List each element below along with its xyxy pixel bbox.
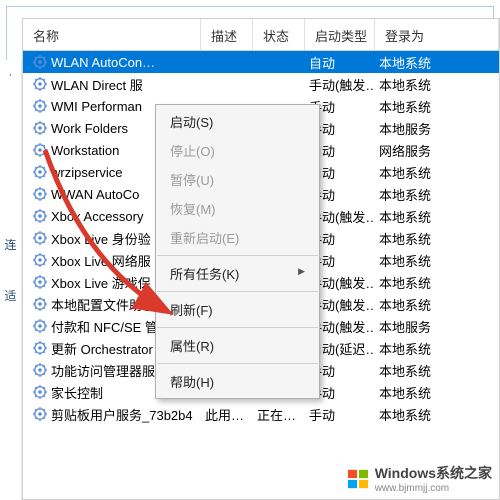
service-name-label: WLAN Direct 服 — [51, 75, 143, 94]
cell-login: 本地系统 — [375, 207, 499, 226]
menu-properties[interactable]: 属性(R) — [156, 331, 319, 360]
cell-login: 本地服务 — [375, 119, 499, 138]
gear-icon — [33, 165, 47, 179]
cell-login: 本地系统 — [375, 339, 499, 358]
left-sidebar-strip: · 连 适 — [0, 60, 22, 500]
cell-login: 本地系统 — [375, 405, 499, 424]
service-name-label: Xbox Live 身份验 — [51, 229, 151, 248]
gear-icon — [33, 231, 47, 245]
gear-icon — [33, 187, 47, 201]
context-menu: 启动(S) 停止(O) 暂停(U) 恢复(M) 重新启动(E) 所有任务(K) … — [155, 104, 320, 399]
cell-login: 本地系统 — [375, 251, 499, 270]
gear-icon — [33, 275, 47, 289]
cell-login: 网络服务 — [375, 141, 499, 160]
cell-login: 本地系统 — [375, 229, 499, 248]
cell-login: 本地系统 — [375, 361, 499, 380]
cell-start: 手动(触发… — [305, 75, 375, 94]
table-header: 名称 描述 状态 启动类型 登录为 — [23, 19, 499, 51]
gear-icon — [33, 341, 47, 355]
gear-icon — [33, 77, 47, 91]
service-name-label: WMI Performan — [51, 99, 142, 114]
cell-login: 本地系统 — [375, 97, 499, 116]
gear-icon — [33, 363, 47, 377]
watermark: Windows系统之家 www.bjmmjj.com — [347, 463, 492, 494]
service-name-label: Xbox Live 游戏保 — [51, 273, 151, 292]
gear-icon — [33, 407, 47, 421]
cell-name: WLAN AutoCon… — [29, 55, 201, 70]
cell-start: 自动 — [305, 53, 375, 72]
menu-alltasks[interactable]: 所有任务(K) — [156, 259, 319, 288]
cell-desc: 此用… — [201, 405, 253, 424]
menu-stop: 停止(O) — [156, 136, 319, 165]
side-txt-a: · — [0, 64, 21, 85]
cell-login: 本地系统 — [375, 185, 499, 204]
gear-icon — [33, 297, 47, 311]
gear-icon — [33, 385, 47, 399]
cell-login: 本地系统 — [375, 383, 499, 402]
gear-icon — [33, 143, 47, 157]
service-name-label: WLAN AutoCon… — [51, 55, 155, 70]
gear-icon — [33, 253, 47, 267]
menu-start[interactable]: 启动(S) — [156, 107, 319, 136]
gear-icon — [33, 209, 47, 223]
cell-login: 本地系统 — [375, 273, 499, 292]
windows-logo-icon — [347, 468, 369, 490]
gear-icon — [33, 121, 47, 135]
service-name-label: wrzipservice — [51, 165, 123, 180]
cell-status: 正在… — [253, 405, 305, 424]
side-txt-c: 适 — [0, 286, 21, 307]
menu-separator-4 — [157, 363, 318, 364]
service-name-label: 功能访问管理器服务 — [51, 361, 168, 380]
menu-pause: 暂停(U) — [156, 165, 319, 194]
cell-login: 本地服务 — [375, 317, 499, 336]
col-login[interactable]: 登录为 — [375, 19, 499, 50]
service-name-label: Xbox Accessory — [51, 209, 144, 224]
menu-help[interactable]: 帮助(H) — [156, 367, 319, 396]
cell-login: 本地系统 — [375, 295, 499, 314]
gear-icon — [33, 319, 47, 333]
menu-separator-3 — [157, 327, 318, 328]
cell-start: 手动 — [305, 405, 375, 424]
table-row[interactable]: 剪贴板用户服务_73b2b4 此用…正在…手动本地系统 — [23, 403, 499, 425]
col-desc[interactable]: 描述 — [201, 19, 253, 50]
menu-refresh[interactable]: 刷新(F) — [156, 295, 319, 324]
cell-name: WLAN Direct 服 — [29, 75, 201, 94]
service-name-label: 剪贴板用户服务_73b2b4 — [51, 405, 193, 424]
cell-name: 剪贴板用户服务_73b2b4 — [29, 405, 201, 424]
table-row[interactable]: WLAN Direct 服 手动(触发…本地系统 — [23, 73, 499, 95]
table-row[interactable]: WLAN AutoCon… 自动本地系统 — [23, 51, 499, 73]
gear-icon — [33, 99, 47, 113]
service-name-label: Workstation — [51, 143, 119, 158]
menu-restart: 重新启动(E) — [156, 223, 319, 252]
service-name-label: Work Folders — [51, 121, 128, 136]
col-name[interactable]: 名称 — [23, 19, 201, 50]
col-status[interactable]: 状态 — [253, 19, 305, 50]
menu-separator-2 — [157, 291, 318, 292]
col-start[interactable]: 启动类型 — [305, 19, 375, 50]
gear-icon — [33, 55, 47, 69]
service-name-label: WWAN AutoCo — [51, 187, 139, 202]
cell-login: 本地系统 — [375, 53, 499, 72]
side-txt-b: 连 — [0, 235, 21, 256]
menu-resume: 恢复(M) — [156, 194, 319, 223]
menu-separator-1 — [157, 255, 318, 256]
service-name-label: 家长控制 — [51, 383, 103, 402]
service-name-label: Xbox Live 网络服 — [51, 251, 151, 270]
cell-login: 本地系统 — [375, 75, 499, 94]
cell-login: 本地系统 — [375, 163, 499, 182]
watermark-text: Windows系统之家 www.bjmmjj.com — [375, 463, 492, 494]
